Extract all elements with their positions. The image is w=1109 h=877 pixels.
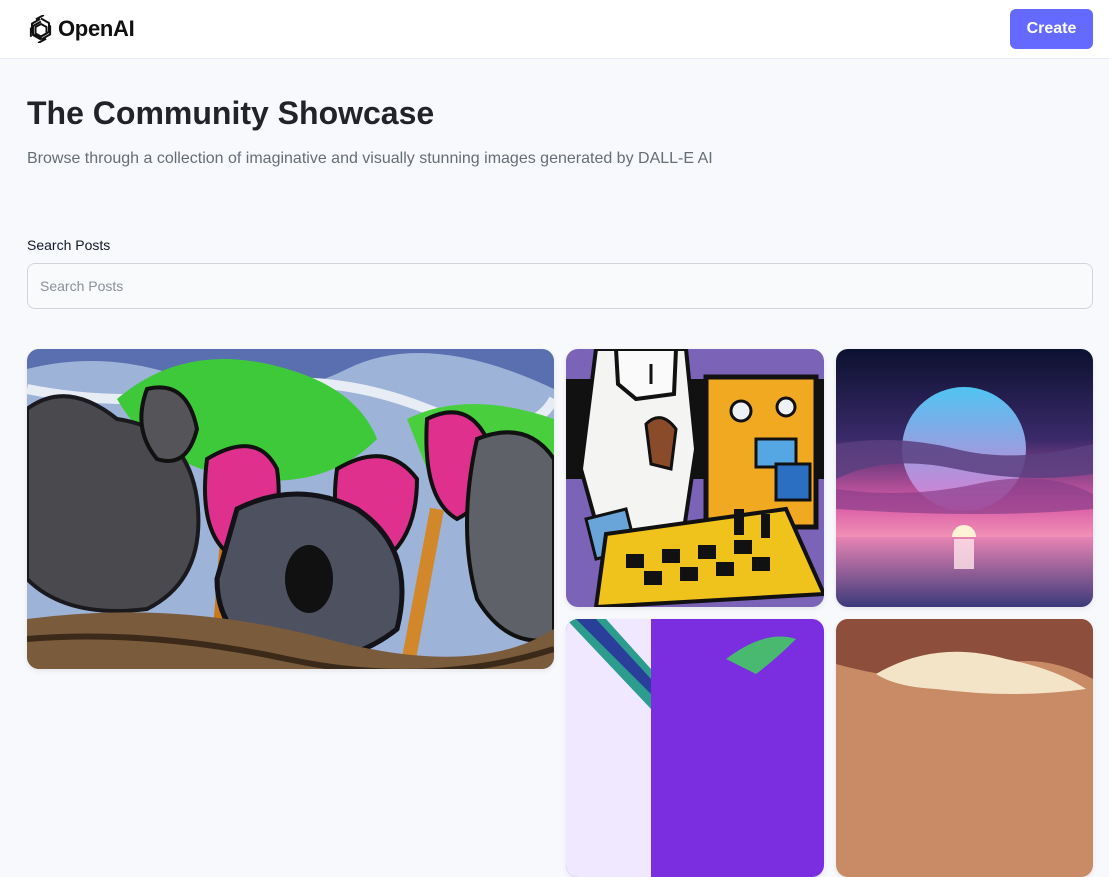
sunset-ocean-card[interactable] (836, 349, 1093, 607)
page-subtitle: Browse through a collection of imaginati… (27, 150, 713, 167)
openai-logo-icon (27, 14, 55, 44)
chess-player-card[interactable] (566, 349, 824, 607)
koala-painting-image (27, 349, 554, 669)
abstract-purple-card[interactable] (566, 619, 824, 877)
brand-name: OpenAI (58, 16, 135, 41)
create-button[interactable]: Create (1010, 9, 1093, 49)
cloudy-sky-card[interactable] (836, 619, 1093, 877)
chess-player-image (566, 349, 824, 607)
page-title: The Community Showcase (27, 95, 435, 131)
top-navbar: OpenAI Create (0, 0, 1109, 59)
search-input[interactable] (27, 263, 1093, 309)
sunset-ocean-image (836, 349, 1093, 607)
brand-logo[interactable]: OpenAI (27, 14, 135, 44)
search-label: Search Posts (27, 237, 111, 253)
abstract-purple-image (566, 619, 824, 877)
cloudy-sky-image (836, 619, 1093, 877)
koala-painting-card[interactable] (27, 349, 554, 669)
